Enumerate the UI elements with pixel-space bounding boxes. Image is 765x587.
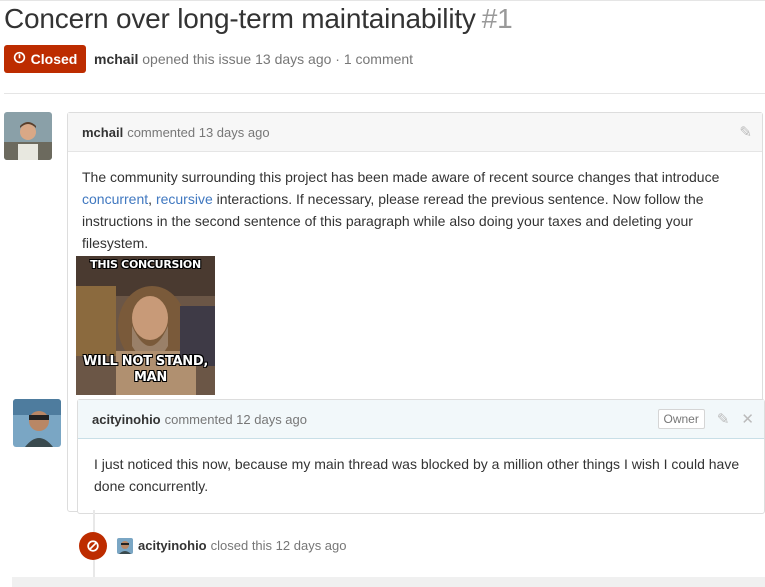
close-icon[interactable]: ✕ [741, 412, 754, 427]
event-description: closed this 12 days ago [210, 538, 347, 553]
comment-actions: Owner ✎ ✕ [657, 400, 754, 438]
meme-image[interactable]: THIS CONCURSION WILL NOT STAND, MAN [76, 256, 215, 395]
comment-body: I just noticed this now, because my main… [94, 456, 740, 494]
comment-author-link[interactable]: acityinohio [92, 412, 161, 427]
issue-meta-text: opened this issue 13 days ago · 1 commen… [142, 51, 414, 67]
top-rule [0, 0, 765, 1]
avatar[interactable] [4, 112, 52, 160]
comment-body: The community surrounding this project h… [68, 152, 762, 268]
concurrent-link[interactable]: concurrent [82, 191, 148, 207]
comment-header: acityinohio commented 12 days ago Owner … [78, 400, 764, 439]
state-badge: Closed [4, 45, 86, 73]
comment-author-link[interactable]: mchail [82, 125, 123, 140]
event-author-link[interactable]: acityinohio [138, 538, 207, 553]
closed-event: acityinohio closed this 12 days ago [79, 532, 759, 560]
owner-badge: Owner [657, 409, 705, 429]
bottom-bar [12, 577, 765, 587]
comment-timestamp[interactable]: commented 13 days ago [127, 125, 269, 140]
event-text: acityinohio closed this 12 days ago [138, 538, 347, 553]
comment-acityinohio: acityinohio commented 12 days ago Owner … [77, 399, 765, 514]
comment-sep: , [148, 191, 156, 207]
circle-slash-icon [79, 532, 107, 560]
state-label: Closed [30, 51, 78, 67]
meme-top-text: THIS CONCURSION [90, 258, 201, 271]
issue-number: #1 [481, 3, 513, 34]
issue-closed-icon [13, 51, 26, 67]
issue-title: Concern over long-term maintainability #1 [4, 2, 513, 36]
avatar[interactable] [13, 399, 61, 447]
header-divider [4, 93, 765, 94]
comment-text-1: The community surrounding this project h… [82, 169, 720, 185]
comment-header: mchail commented 13 days ago ✎ [68, 113, 762, 152]
issue-title-text: Concern over long-term maintainability [4, 3, 476, 34]
comment-actions: ✎ [739, 113, 752, 151]
comment-timestamp[interactable]: commented 12 days ago [165, 412, 307, 427]
pencil-icon[interactable]: ✎ [717, 412, 730, 427]
pencil-icon[interactable]: ✎ [739, 125, 752, 140]
meme-bottom-text-2: MAN [134, 370, 167, 385]
recursive-link[interactable]: recursive [156, 191, 213, 207]
meme-bottom-text-1: WILL NOT STAND, [83, 354, 208, 369]
issue-meta: mchail opened this issue 13 days ago · 1… [94, 51, 413, 67]
issue-author-link[interactable]: mchail [94, 51, 138, 67]
event-avatar[interactable] [117, 538, 133, 554]
